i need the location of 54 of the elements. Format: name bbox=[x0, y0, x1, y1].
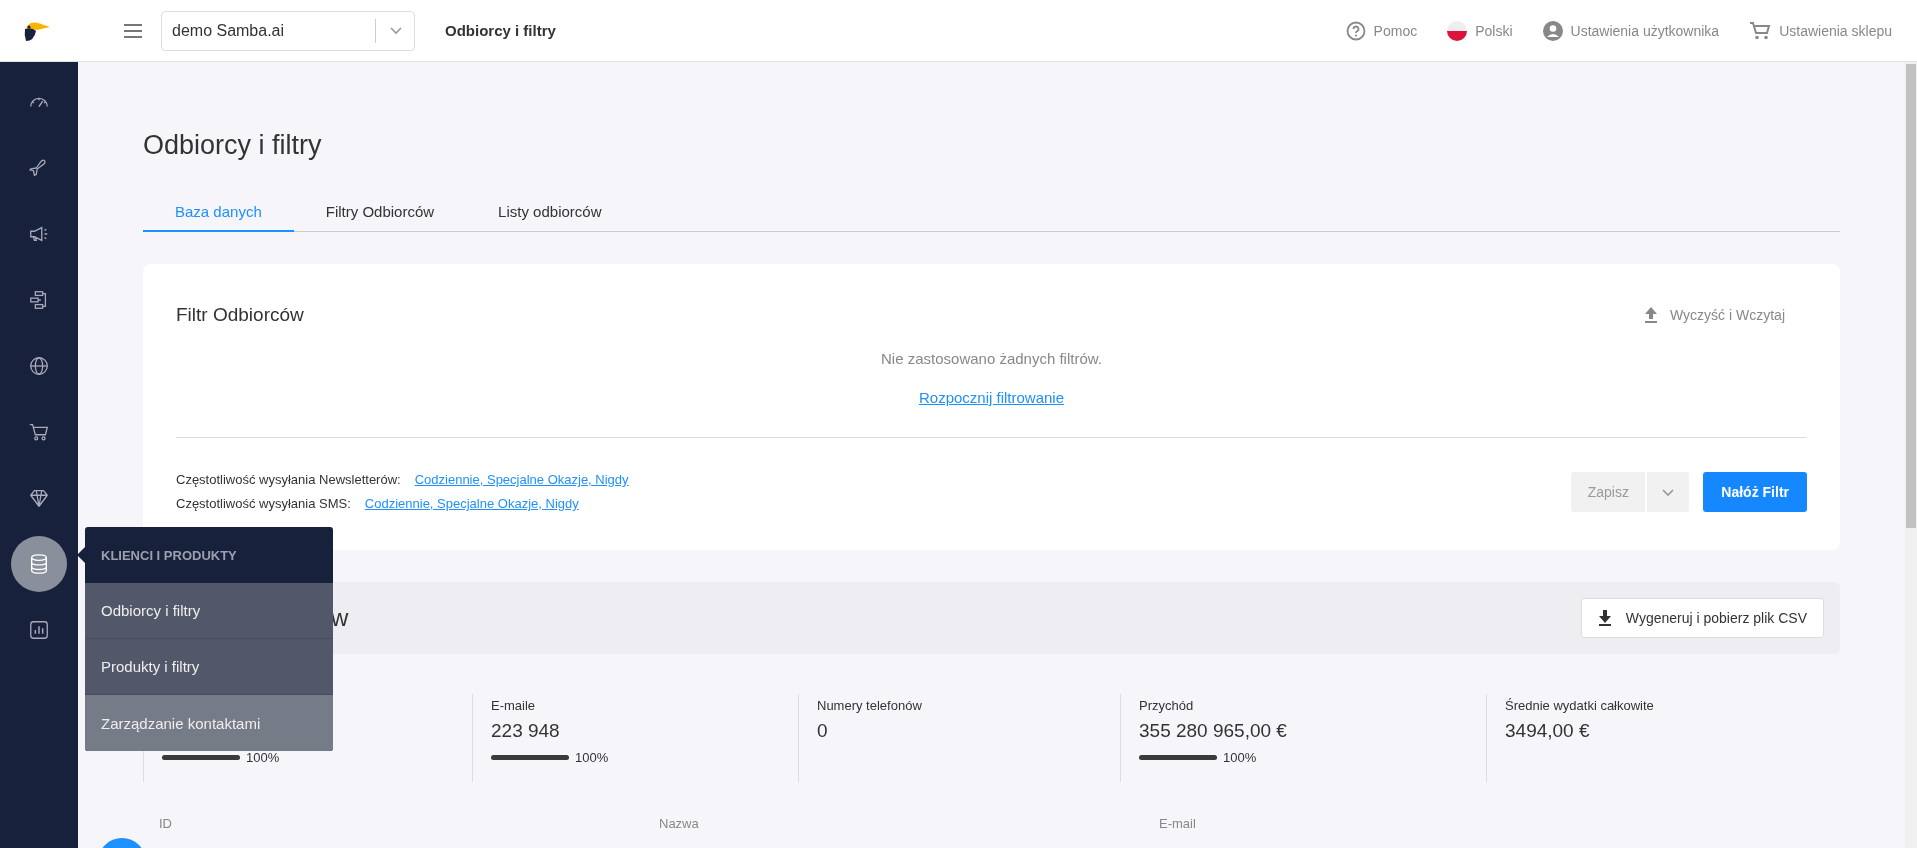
user-icon bbox=[1542, 20, 1563, 41]
header-link[interactable]: Ustawienia użytkownika bbox=[1542, 20, 1720, 41]
column-header: ID bbox=[159, 816, 173, 831]
bar-chart-icon bbox=[28, 619, 50, 641]
database-icon bbox=[28, 553, 50, 575]
frequency-label: Częstotliwość wysyłania Newsletterów: bbox=[176, 472, 401, 487]
tab[interactable]: Baza danych bbox=[143, 193, 294, 232]
download-icon bbox=[1597, 610, 1612, 626]
menu-heading: KLIENCI I PRODUKTY bbox=[100, 546, 238, 565]
page-heading: Odbiorcy i filtry bbox=[143, 130, 323, 161]
stat-value: 223 948 bbox=[491, 720, 560, 741]
stat-percent: 100% bbox=[575, 750, 609, 765]
menu-item[interactable]: Odbiorcy i filtry bbox=[85, 583, 333, 639]
cart-icon bbox=[28, 421, 50, 443]
stat-label: E-maile bbox=[491, 698, 536, 713]
apply-filter-button[interactable]: Nałóż Filtr bbox=[1703, 472, 1807, 512]
menu-item[interactable]: Produkty i filtry bbox=[85, 639, 333, 695]
project-select[interactable]: demo Samba.ai bbox=[161, 10, 415, 51]
sidebar-item[interactable] bbox=[11, 536, 67, 592]
tab[interactable]: Listy odbiorców bbox=[466, 193, 634, 232]
chevron-down-icon bbox=[1662, 489, 1675, 497]
empty-message: Nie zastosowano żadnych filtrów. bbox=[880, 350, 1103, 367]
header-link[interactable]: Ustawienia sklepu bbox=[1749, 20, 1892, 41]
column-header: Nazwa bbox=[659, 816, 700, 831]
card-title: Filtr Odbiorców bbox=[176, 304, 304, 326]
scrollbar[interactable] bbox=[1905, 62, 1917, 848]
download-csv-button[interactable]: Wygeneruj i pobierz plik CSV bbox=[1580, 598, 1824, 638]
cart-icon bbox=[1749, 20, 1772, 41]
stat-value: 3494,00 € bbox=[1505, 720, 1590, 741]
menu-icon[interactable] bbox=[124, 23, 142, 38]
frequency-label: Częstotliwość wysyłania SMS: bbox=[176, 496, 351, 511]
upload-icon bbox=[1644, 307, 1658, 323]
stat-label: Przychód bbox=[1139, 698, 1194, 713]
stat-label: Średnie wydatki całkowite bbox=[1505, 698, 1654, 713]
column-header: E-mail bbox=[1159, 816, 1197, 831]
frequency-link[interactable]: Codziennie, Specjalne Okazje, Nigdy bbox=[364, 496, 579, 511]
stat-label: Numery telefonów bbox=[817, 698, 922, 713]
header-link[interactable]: Pomoc bbox=[1345, 20, 1418, 41]
stat-percent: 100% bbox=[1223, 750, 1257, 765]
stat-value: 0 bbox=[817, 720, 828, 741]
page-title: Odbiorcy i filtry bbox=[445, 22, 556, 39]
tab[interactable]: Filtry Odbiorców bbox=[293, 193, 467, 232]
header-link[interactable]: Polski bbox=[1447, 20, 1513, 41]
menu-item[interactable]: Zarządzanie kontaktami bbox=[85, 695, 333, 751]
globe-icon bbox=[28, 355, 50, 377]
help-icon bbox=[1345, 20, 1366, 41]
stat-percent: 100% bbox=[246, 750, 280, 765]
chevron-down-icon bbox=[390, 26, 402, 35]
start-filtering-link[interactable]: Rozpocznij filtrowanie bbox=[918, 389, 1065, 406]
stat-value: 355 280 965,00 € bbox=[1139, 720, 1287, 741]
diamond-icon bbox=[28, 487, 50, 509]
clear-and-load-button[interactable]: Wyczyść i Wczytaj bbox=[1638, 306, 1791, 324]
poland-flag-icon bbox=[1447, 20, 1468, 41]
frequency-link[interactable]: Codziennie, Specjalne Okazje, Nigdy bbox=[414, 472, 629, 487]
